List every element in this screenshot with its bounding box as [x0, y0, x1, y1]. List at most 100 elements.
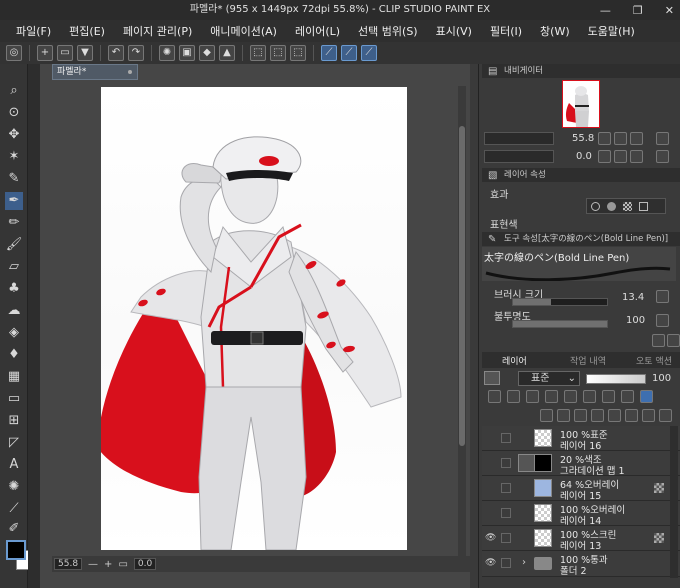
- zoom-out-icon[interactable]: —: [88, 559, 98, 570]
- text-icon[interactable]: A: [5, 456, 23, 474]
- folder-expand-icon[interactable]: ›: [522, 557, 526, 568]
- layer-color-icon[interactable]: [484, 371, 500, 385]
- layer-row[interactable]: 100 %오버레이 레이어 14: [482, 501, 680, 527]
- eraser-icon[interactable]: ▱: [5, 258, 23, 276]
- navigator-zoom-slider[interactable]: [484, 132, 554, 145]
- tone-effect-icon[interactable]: [607, 202, 616, 211]
- fill-bucket-icon[interactable]: ◈: [5, 324, 23, 342]
- zoom-in-icon[interactable]: [614, 132, 627, 145]
- tool-settings-icon[interactable]: [652, 334, 665, 347]
- visibility-toggle[interactable]: [485, 483, 496, 494]
- eyedropper-icon[interactable]: ✎: [5, 170, 23, 188]
- balloon-icon[interactable]: ✺: [5, 478, 23, 496]
- snap-grid-icon[interactable]: ⟋: [361, 45, 377, 61]
- flip-horizontal-icon[interactable]: [656, 150, 669, 163]
- zoom-field[interactable]: 55.8: [54, 558, 83, 570]
- apply-mask-icon[interactable]: [642, 409, 655, 422]
- layer-lock-box[interactable]: [501, 533, 511, 543]
- pencil-icon[interactable]: ✏: [5, 214, 23, 232]
- navigator-header[interactable]: ▤ 내비게이터: [482, 64, 680, 78]
- deselect-icon[interactable]: ⬚: [250, 45, 266, 61]
- new-vector-layer-icon[interactable]: [557, 409, 570, 422]
- rotation-field[interactable]: 0.0: [133, 558, 157, 570]
- menu-selection[interactable]: 선택 범위(S): [358, 23, 418, 39]
- artwork-canvas[interactable]: [101, 87, 407, 550]
- draft-icon[interactable]: [545, 390, 558, 403]
- brush-icon[interactable]: 🖌: [5, 236, 23, 254]
- eye-icon[interactable]: 👁: [485, 533, 496, 544]
- clip-icon[interactable]: [507, 390, 520, 403]
- menu-page[interactable]: 페이지 관리(P): [123, 23, 192, 39]
- undo-icon[interactable]: ↶: [108, 45, 124, 61]
- rotate-right-icon[interactable]: [614, 150, 627, 163]
- invert-selection-icon[interactable]: ⬚: [270, 45, 286, 61]
- menu-filter[interactable]: 필터(I): [490, 23, 522, 39]
- navigator-preview[interactable]: [562, 80, 600, 128]
- actual-size-icon[interactable]: [656, 132, 669, 145]
- open-icon[interactable]: ▭: [57, 45, 73, 61]
- new-folder-icon[interactable]: [574, 409, 587, 422]
- tab-auto-action[interactable]: 오토 액션: [636, 354, 672, 367]
- layer-row[interactable]: 64 %오버레이 레이어 15: [482, 476, 680, 502]
- tab-history[interactable]: 작업 내역: [570, 354, 606, 367]
- brush-size-settings-icon[interactable]: [656, 290, 669, 303]
- zoom-out-icon[interactable]: [598, 132, 611, 145]
- color-picker-icon[interactable]: ✐: [5, 520, 23, 538]
- new-file-icon[interactable]: +: [37, 45, 53, 61]
- ruler-icon[interactable]: [621, 390, 634, 403]
- clear-outside-icon[interactable]: ▣: [179, 45, 195, 61]
- clear-icon[interactable]: ✺: [159, 45, 175, 61]
- fit-icon[interactable]: [630, 132, 643, 145]
- visibility-toggle[interactable]: [485, 508, 496, 519]
- redo-icon[interactable]: ↷: [128, 45, 144, 61]
- rotate-left-icon[interactable]: [598, 150, 611, 163]
- figure-icon[interactable]: ▭: [5, 390, 23, 408]
- menu-layer[interactable]: 레이어(L): [295, 23, 340, 39]
- show-selection-icon[interactable]: ⬚: [290, 45, 306, 61]
- lock-icon[interactable]: [564, 390, 577, 403]
- layer-property-header[interactable]: ▧ 레이어 속성: [482, 168, 680, 182]
- layer-lock-box[interactable]: [501, 508, 511, 518]
- create-mask-icon[interactable]: [625, 409, 638, 422]
- zoom-icon[interactable]: ⌕: [5, 82, 23, 100]
- frame-border-icon[interactable]: ⊞: [5, 412, 23, 430]
- zoom-in-icon[interactable]: +: [104, 559, 112, 570]
- brush-size-bar[interactable]: [512, 298, 608, 306]
- minimize-icon[interactable]: —: [600, 4, 611, 17]
- opacity-bar[interactable]: [512, 320, 608, 328]
- eye-icon[interactable]: 👁: [485, 558, 496, 569]
- snap-ruler-icon[interactable]: ⟋: [321, 45, 337, 61]
- visibility-toggle[interactable]: [485, 458, 496, 469]
- layer-list-scrollbar[interactable]: [670, 426, 678, 578]
- mask-icon[interactable]: [602, 390, 615, 403]
- menu-view[interactable]: 표시(V): [436, 23, 472, 39]
- effect-buttons[interactable]: [586, 198, 666, 214]
- new-raster-layer-icon[interactable]: [540, 409, 553, 422]
- document-tab[interactable]: 파멜라*: [52, 64, 138, 80]
- clip-studio-icon[interactable]: ◎: [6, 45, 22, 61]
- combine-down-icon[interactable]: [608, 409, 621, 422]
- blend-icon[interactable]: ☁: [5, 302, 23, 320]
- delete-layer-icon[interactable]: [659, 409, 672, 422]
- drops-icon[interactable]: ♦: [5, 346, 23, 364]
- navigator-rotation-slider[interactable]: [484, 150, 554, 163]
- layer-row[interactable]: 100 %표준 레이어 16: [482, 426, 680, 452]
- tool-property-header[interactable]: ✎ 도구 속성[太字の線のペン(Bold Line Pen)]: [482, 232, 680, 246]
- layer-row[interactable]: 👁 100 %스크린 레이어 13: [482, 526, 680, 552]
- tab-layer[interactable]: 레이어: [502, 354, 527, 367]
- ruler-icon[interactable]: ◸: [5, 434, 23, 452]
- visibility-toggle[interactable]: [485, 433, 496, 444]
- menu-animation[interactable]: 애니메이션(A): [210, 23, 277, 39]
- gradient-icon[interactable]: ▦: [5, 368, 23, 386]
- save-icon[interactable]: ▼: [77, 45, 93, 61]
- pattern-effect-icon[interactable]: [623, 202, 632, 211]
- pen-icon[interactable]: ✒: [5, 192, 23, 210]
- correct-line-icon[interactable]: ⟋: [5, 500, 23, 518]
- scale-icon[interactable]: ▲: [219, 45, 235, 61]
- layer-opacity-bar[interactable]: [586, 374, 646, 384]
- main-color-swatch[interactable]: [6, 540, 26, 560]
- tool-menu-icon[interactable]: [667, 334, 680, 347]
- canvas-vertical-scrollbar[interactable]: [458, 86, 466, 556]
- menu-window[interactable]: 창(W): [540, 23, 570, 39]
- object-select-icon[interactable]: ⊙: [5, 104, 23, 122]
